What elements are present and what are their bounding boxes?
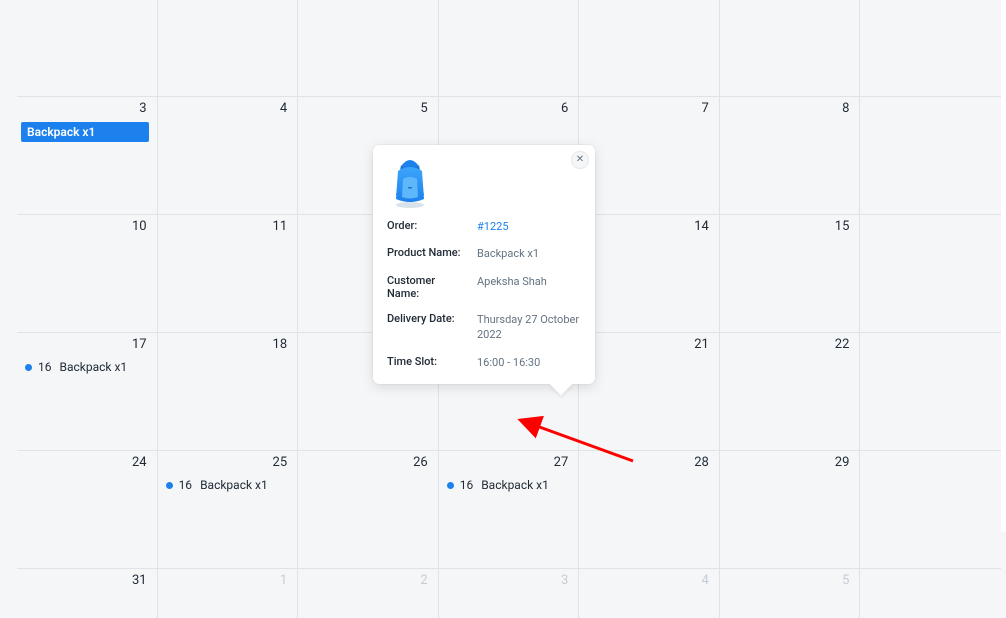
day-number: 2	[302, 573, 430, 588]
order-label: Order:	[387, 219, 469, 234]
calendar-cell[interactable]: 25 16 Backpack x1	[158, 451, 299, 568]
day-number: 14	[583, 219, 711, 234]
product-value: Backpack x1	[477, 246, 581, 261]
calendar-cell[interactable]: 15	[720, 215, 861, 332]
calendar-row: 31 12345	[17, 568, 1001, 618]
event-hour: 16	[38, 360, 52, 374]
calendar-cell[interactable]: 2	[298, 569, 439, 618]
customer-value: Apeksha Shah	[477, 274, 581, 300]
calendar-cell[interactable]	[860, 0, 1001, 96]
calendar-cell[interactable]	[860, 215, 1001, 332]
calendar-cell[interactable]: 1	[158, 569, 299, 618]
date-value: Thursday 27 October 2022	[477, 312, 581, 343]
calendar-cell[interactable]: 4	[579, 569, 720, 618]
calendar-cell[interactable]	[860, 97, 1001, 214]
event-label: Backpack x1	[200, 478, 268, 492]
info-row-date: Delivery Date: Thursday 27 October 2022	[387, 312, 581, 343]
event-dot-item[interactable]: 16 Backpack x1	[443, 476, 571, 494]
day-number: 17	[21, 337, 149, 352]
day-number: 5	[724, 573, 852, 588]
day-number: 29	[724, 455, 852, 470]
calendar-cell[interactable]: 26	[298, 451, 439, 568]
calendar-cell[interactable]: 11	[158, 215, 299, 332]
event-hour: 16	[460, 478, 474, 492]
calendar-cell[interactable]: 7	[579, 97, 720, 214]
calendar-cell[interactable]	[720, 0, 861, 96]
calendar-cell[interactable]: 21	[579, 333, 720, 450]
close-button[interactable]: ✕	[571, 151, 589, 169]
day-number: 7	[583, 101, 711, 116]
calendar-cell[interactable]: 8	[720, 97, 861, 214]
calendar-row: 24 25 16 Backpack x1 26 27 16 Backpack x1 28 29	[17, 450, 1001, 568]
calendar-cell[interactable]: 22	[720, 333, 861, 450]
calendar-cell[interactable]	[860, 451, 1001, 568]
info-row-slot: Time Slot: 16:00 - 16:30	[387, 355, 581, 370]
day-number: 8	[724, 101, 852, 116]
calendar-cell[interactable]: 14	[579, 215, 720, 332]
date-label: Delivery Date:	[387, 312, 469, 343]
info-row-product: Product Name: Backpack x1	[387, 246, 581, 261]
day-number: 22	[724, 337, 852, 352]
day-number: 21	[583, 337, 711, 352]
day-number: 6	[443, 101, 571, 116]
day-number: 25	[162, 455, 290, 470]
event-label: Backpack x1	[481, 478, 549, 492]
calendar-cell[interactable]: 5	[720, 569, 861, 618]
calendar-cell[interactable]: 27 16 Backpack x1	[439, 451, 580, 568]
calendar-cell[interactable]	[298, 0, 439, 96]
customer-label: Customer Name:	[387, 274, 469, 300]
info-row-customer: Customer Name: Apeksha Shah	[387, 274, 581, 300]
calendar-cell[interactable]: 3	[439, 569, 580, 618]
calendar-cell[interactable]	[439, 0, 580, 96]
day-number: 27	[443, 455, 571, 470]
dot-icon	[25, 364, 32, 371]
calendar-cell[interactable]	[860, 569, 1001, 618]
slot-value: 16:00 - 16:30	[477, 355, 581, 370]
calendar-cell[interactable]: 28	[579, 451, 720, 568]
day-number: 4	[162, 101, 290, 116]
day-number: 15	[724, 219, 852, 234]
dot-icon	[447, 482, 454, 489]
day-number: 18	[162, 337, 290, 352]
calendar-cell[interactable]: 24	[17, 451, 158, 568]
day-number: 31	[21, 573, 149, 588]
order-link[interactable]: #1225	[477, 219, 581, 234]
product-label: Product Name:	[387, 246, 469, 261]
calendar-cell[interactable]	[17, 0, 158, 96]
close-icon: ✕	[576, 155, 584, 165]
calendar-cell[interactable]	[158, 0, 299, 96]
calendar-row	[17, 0, 1001, 96]
scroll-edge	[1001, 0, 1006, 532]
event-popover: ✕ Order: #1225 Product Name: Backpack x1…	[373, 145, 595, 384]
day-number: 24	[21, 455, 149, 470]
calendar-cell[interactable]: 29	[720, 451, 861, 568]
calendar-cell[interactable]: 18	[158, 333, 299, 450]
day-number: 4	[583, 573, 711, 588]
info-row-order: Order: #1225	[387, 219, 581, 234]
calendar-cell[interactable]: 17 16 Backpack x1	[17, 333, 158, 450]
day-number: 5	[302, 101, 430, 116]
day-number: 26	[302, 455, 430, 470]
calendar-cell[interactable]	[860, 333, 1001, 450]
event-dot-item[interactable]: 16 Backpack x1	[162, 476, 290, 494]
day-number: 10	[21, 219, 149, 234]
calendar-cell[interactable]: 3 Backpack x1	[17, 97, 158, 214]
event-hour: 16	[179, 478, 193, 492]
event-label: Backpack x1	[60, 360, 128, 374]
day-number: 1	[162, 573, 290, 588]
calendar-cell[interactable]: 4	[158, 97, 299, 214]
calendar-cell[interactable]	[579, 0, 720, 96]
event-bar[interactable]: Backpack x1	[21, 122, 149, 142]
day-number: 11	[162, 219, 290, 234]
dot-icon	[166, 482, 173, 489]
calendar-cell[interactable]: 31	[17, 569, 158, 618]
product-image	[387, 157, 433, 209]
event-dot-item[interactable]: 16 Backpack x1	[21, 358, 149, 376]
day-number: 3	[21, 101, 149, 116]
day-number: 28	[583, 455, 711, 470]
slot-label: Time Slot:	[387, 355, 469, 370]
day-number: 3	[443, 573, 571, 588]
calendar-cell[interactable]: 10	[17, 215, 158, 332]
